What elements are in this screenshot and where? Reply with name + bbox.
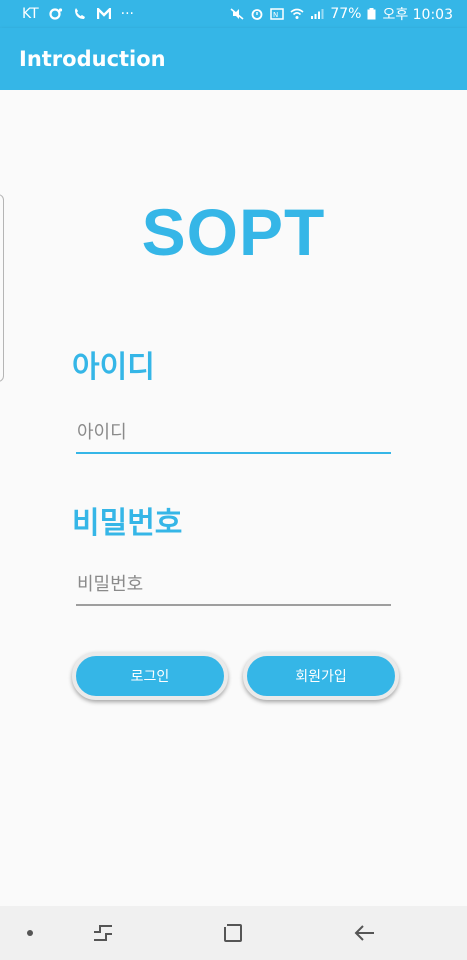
- mute-icon: [230, 8, 244, 20]
- login-button[interactable]: 로그인: [72, 652, 228, 700]
- home-icon: [224, 924, 242, 942]
- status-bar: KT ··· N 77% 오후 10:03: [0, 0, 467, 28]
- app-bar: Introduction: [0, 28, 467, 90]
- password-underline: [76, 604, 391, 606]
- wifi-icon: [290, 8, 304, 19]
- password-label: 비밀번호: [72, 506, 183, 541]
- password-input[interactable]: [76, 566, 391, 602]
- status-left: KT ···: [22, 6, 230, 22]
- nav-dot: [22, 906, 38, 960]
- id-input[interactable]: [76, 414, 391, 450]
- status-right: N 77% 오후 10:03: [230, 4, 453, 24]
- logo-text: SOPT: [141, 195, 326, 269]
- app-title: Introduction: [19, 47, 166, 71]
- record-icon: [49, 8, 62, 20]
- dot-icon: [27, 930, 33, 936]
- nfc-icon: N: [270, 8, 285, 20]
- navigation-bar: [0, 906, 467, 960]
- svg-text:N: N: [273, 11, 278, 19]
- back-icon: [354, 925, 374, 941]
- alarm-icon: [251, 9, 263, 20]
- carrier-label: KT: [22, 6, 39, 22]
- battery-icon: [367, 8, 376, 20]
- login-screen: SOPT 아이디 비밀번호 로그인 회원가입: [0, 90, 467, 906]
- home-button[interactable]: [206, 906, 260, 960]
- clock: 오후 10:03: [382, 7, 453, 23]
- id-label: 아이디: [72, 350, 155, 385]
- recent-apps-button[interactable]: [76, 906, 130, 960]
- back-button[interactable]: [338, 906, 392, 960]
- more-indicator: ···: [120, 6, 135, 22]
- id-underline: [76, 452, 391, 454]
- battery-percent: 77%: [330, 6, 362, 22]
- signup-button[interactable]: 회원가입: [243, 652, 399, 700]
- recent-apps-icon: [94, 925, 112, 941]
- mail-icon: [96, 8, 111, 19]
- id-field[interactable]: [76, 414, 391, 454]
- password-field[interactable]: [76, 566, 391, 606]
- signal-icon: [311, 9, 324, 19]
- call-icon: [74, 8, 85, 19]
